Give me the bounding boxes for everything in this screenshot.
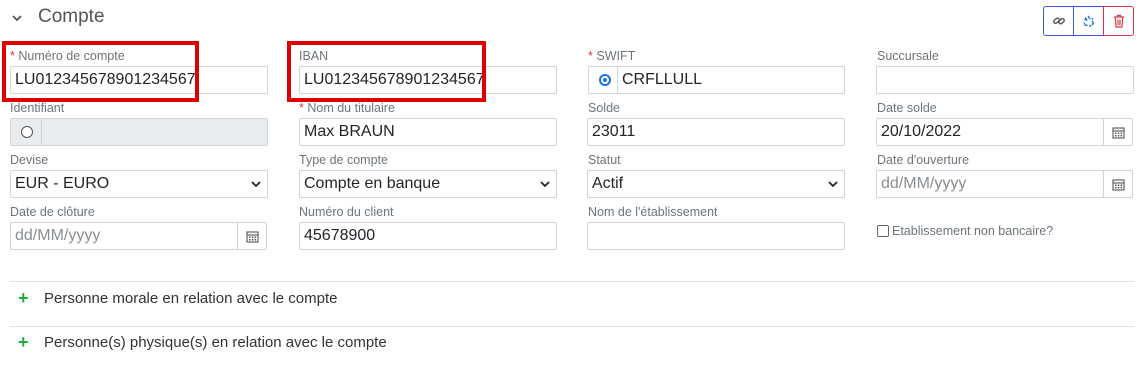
link-icon xyxy=(1052,17,1065,25)
delete-button[interactable] xyxy=(1103,6,1134,36)
chevron-down-icon xyxy=(540,181,550,188)
devise-value: EUR - EURO xyxy=(15,175,110,192)
date-solde-calendar-button[interactable] xyxy=(1103,118,1133,146)
personnes-physiques-toggle[interactable]: + Personne(s) physique(s) en relation av… xyxy=(18,332,387,352)
date-solde-label: Date solde xyxy=(877,101,937,115)
etablissement-non-bancaire-label[interactable]: Etablissement non bancaire? xyxy=(892,224,1053,238)
solde-label: Solde xyxy=(588,101,620,115)
swift-radio[interactable] xyxy=(598,74,611,86)
personnes-physiques-label: Personne(s) physique(s) en relation avec… xyxy=(44,333,387,351)
plus-icon: + xyxy=(18,288,29,308)
nom-etablissement-input[interactable] xyxy=(587,222,845,250)
statut-select[interactable]: Actif xyxy=(587,170,845,198)
statut-value: Actif xyxy=(592,175,624,192)
divider xyxy=(10,326,1134,327)
trash-icon xyxy=(1113,14,1124,28)
calendar-icon xyxy=(245,230,259,243)
numero-client-label: Numéro du client xyxy=(299,205,394,219)
etablissement-non-bancaire-checkbox[interactable] xyxy=(877,225,889,237)
solde-input[interactable]: 23011 xyxy=(587,118,845,146)
date-ouverture-calendar-button[interactable] xyxy=(1103,170,1133,198)
recycle-button[interactable] xyxy=(1073,6,1104,36)
type-compte-value: Compte en banque xyxy=(304,175,441,192)
calendar-icon xyxy=(1111,126,1125,139)
calendar-icon xyxy=(1111,178,1125,191)
highlight-box-iban xyxy=(287,41,486,102)
section-title: Compte xyxy=(38,6,105,27)
date-cloture-calendar-button[interactable] xyxy=(237,222,267,250)
swift-input[interactable]: CRFLLULL xyxy=(617,66,845,94)
date-solde-input[interactable]: 20/10/2022 xyxy=(876,118,1104,146)
identifiant-label: Identifiant xyxy=(10,101,65,115)
succursale-label: Succursale xyxy=(877,49,939,63)
link-button[interactable] xyxy=(1043,6,1074,36)
nom-etablissement-label: Nom de l'établissement xyxy=(588,205,718,219)
plus-icon: + xyxy=(18,332,29,352)
swift-label: * SWIFT xyxy=(588,49,636,63)
chevron-down-icon xyxy=(251,181,261,188)
type-compte-select[interactable]: Compte en banque xyxy=(299,170,557,198)
personne-morale-label: Personne morale en relation avec le comp… xyxy=(44,289,338,307)
highlight-box-numero-compte xyxy=(2,41,199,102)
succursale-input[interactable] xyxy=(876,66,1134,94)
nom-titulaire-input[interactable]: Max BRAUN xyxy=(299,118,557,146)
date-cloture-input[interactable]: dd/MM/yyyy xyxy=(10,222,238,250)
devise-select[interactable]: EUR - EURO xyxy=(10,170,268,198)
date-ouverture-input[interactable]: dd/MM/yyyy xyxy=(876,170,1104,198)
swift-radio-addon[interactable] xyxy=(588,66,620,94)
section-header[interactable]: Compte xyxy=(0,0,1146,38)
chevron-down-icon[interactable] xyxy=(10,11,24,25)
divider xyxy=(10,281,1134,282)
type-compte-label: Type de compte xyxy=(299,153,388,167)
date-cloture-label: Date de clôture xyxy=(10,205,95,219)
numero-client-input[interactable]: 45678900 xyxy=(299,222,557,250)
devise-label: Devise xyxy=(10,153,49,167)
statut-label: Statut xyxy=(588,153,621,167)
section-actions xyxy=(1043,6,1134,36)
date-ouverture-label: Date d'ouverture xyxy=(877,153,970,167)
identifiant-radio-addon xyxy=(10,118,42,146)
chevron-down-icon xyxy=(828,181,838,188)
personne-morale-toggle[interactable]: + Personne morale en relation avec le co… xyxy=(18,288,338,308)
recycle-icon xyxy=(1083,14,1095,27)
nom-titulaire-label: * Nom du titulaire xyxy=(299,101,395,115)
identifiant-input xyxy=(41,118,268,146)
identifiant-radio xyxy=(20,126,33,138)
